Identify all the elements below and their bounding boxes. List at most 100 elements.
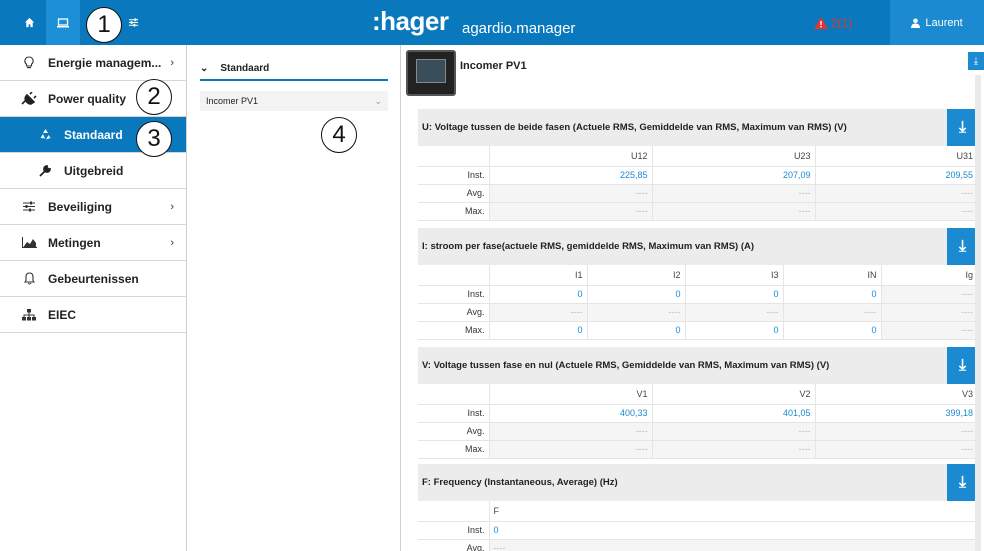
panel-title: U: Voltage tussen de beide fasen (Actuel… (418, 109, 978, 146)
monitoring-button[interactable] (46, 0, 80, 45)
row-label: Max. (418, 440, 490, 459)
table-cell: ---- (881, 285, 978, 304)
panel-title: V: Voltage tussen fase en nul (Actuele R… (418, 347, 978, 384)
table-cell: 0 (587, 321, 686, 340)
hager-logo: :hager (372, 6, 449, 36)
table-cell: 0 (783, 321, 882, 340)
panel-title: F: Frequency (Instantaneous, Average) (H… (418, 464, 978, 501)
alert-indicator[interactable]: 2(1) (814, 16, 852, 30)
sidebar-item-label: Metingen (48, 235, 101, 250)
alert-count: 2(1) (831, 16, 853, 30)
table-row: Max. ---- ---- ---- (418, 202, 978, 221)
app-name: agardio.manager (462, 20, 576, 37)
table-header-row: I1 I2 I3 IN Ig (418, 265, 978, 286)
table-cell: ---- (783, 303, 882, 322)
table-row: Max. ---- ---- ---- (418, 440, 978, 459)
measurement-table: I1 I2 I3 IN Ig Inst. 0 0 0 0 ---- Avg. -… (418, 265, 978, 340)
device-select-value: Incomer PV1 (206, 96, 259, 106)
wrench-icon (36, 164, 54, 177)
table-cell: ---- (881, 303, 978, 322)
table-cell: ---- (489, 422, 653, 441)
home-button[interactable] (12, 0, 46, 45)
sidebar-item-label: Uitgebreid (64, 163, 124, 178)
panel-current-per-phase: I: stroom per fase(actuele RMS, gemiddel… (418, 228, 978, 340)
row-label: Avg. (418, 539, 490, 551)
sidebar-item-label: Gebeurtenissen (48, 271, 139, 286)
table-cell: 0 (587, 285, 686, 304)
device-image (406, 50, 456, 96)
monitor-icon (57, 17, 69, 27)
row-label: Avg. (418, 184, 490, 203)
measurement-table: V1 V2 V3 Inst. 400,33 401,05 399,18 Avg.… (418, 384, 978, 459)
download-button[interactable]: ⤓ (947, 109, 978, 146)
download-icon: ⤓ (958, 237, 967, 255)
download-button[interactable]: ⤓ (947, 228, 978, 265)
table-cell: ---- (652, 202, 816, 221)
table-cell: 401,05 (652, 404, 816, 423)
user-menu[interactable]: Laurent (890, 0, 984, 45)
table-cell: 225,85 (489, 166, 653, 185)
download-button[interactable]: ⤓ (947, 347, 978, 384)
table-row: Avg. ---- ---- ---- (418, 184, 978, 203)
sidebar-item-eiec[interactable]: EIEC (0, 297, 186, 333)
sidebar-item-label: Beveiliging (48, 199, 113, 214)
table-cell: ---- (489, 303, 588, 322)
main-content: Incomer PV1 ⤓ U: Voltage tussen de beide… (403, 45, 984, 551)
tree-group-header[interactable]: ⌄ Standaard (200, 57, 388, 81)
sidebar-item-gebeurtenissen[interactable]: Gebeurtenissen (0, 261, 186, 297)
column-header: F (489, 501, 978, 522)
column-header: IN (783, 265, 882, 286)
device-select[interactable]: Incomer PV1 ⌄ (200, 91, 388, 111)
table-cell: 207,09 (652, 166, 816, 185)
table-row: Inst. 0 0 0 0 ---- (418, 285, 978, 304)
table-cell: ---- (489, 440, 653, 459)
chevron-right-icon: › (170, 56, 174, 69)
table-cell: 209,55 (815, 166, 978, 185)
table-row: Inst. 0 (418, 521, 978, 540)
callout-1: 1 (86, 7, 122, 43)
table-cell: 0 (489, 521, 978, 540)
download-button[interactable]: ⤓ (947, 464, 978, 501)
row-label: Inst. (418, 285, 490, 304)
plug-icon (20, 92, 38, 105)
callout-2: 2 (136, 79, 172, 115)
table-cell: 0 (489, 285, 588, 304)
row-label: Max. (418, 202, 490, 221)
warning-icon (814, 17, 828, 29)
user-icon (911, 18, 921, 28)
column-header: V1 (489, 384, 653, 405)
callout-3: 3 (136, 121, 172, 157)
download-icon: ⤓ (958, 356, 967, 374)
column-header: U12 (489, 146, 653, 167)
column-header: U23 (652, 146, 816, 167)
tree-group-label: Standaard (220, 62, 270, 74)
sidebar-item-energie-management[interactable]: Energie managem... › (0, 45, 186, 81)
table-cell: ---- (815, 422, 978, 441)
row-label: Inst. (418, 521, 490, 540)
sidebar-item-metingen[interactable]: Metingen › (0, 225, 186, 261)
table-cell: ---- (815, 440, 978, 459)
panel-title-text: F: Frequency (Instantaneous, Average) (H… (422, 477, 618, 488)
table-cell: ---- (815, 184, 978, 203)
row-label: Inst. (418, 404, 490, 423)
panel-voltage-phase-phase: U: Voltage tussen de beide fasen (Actuel… (418, 109, 978, 221)
column-header: I1 (489, 265, 588, 286)
panel-title-text: U: Voltage tussen de beide fasen (Actuel… (422, 122, 847, 133)
table-cell: ---- (489, 202, 653, 221)
table-cell: ---- (652, 422, 816, 441)
sidebar-item-beveiliging[interactable]: Beveiliging › (0, 189, 186, 225)
sliders-icon (20, 201, 38, 212)
scrollbar[interactable] (975, 75, 981, 551)
sidebar-item-uitgebreid[interactable]: Uitgebreid (0, 153, 186, 189)
panel-title-text: I: stroom per fase(actuele RMS, gemiddel… (422, 241, 755, 252)
download-icon: ⤓ (958, 118, 967, 136)
export-button[interactable]: ⤓ (968, 52, 984, 70)
panel-frequency: F: Frequency (Instantaneous, Average) (H… (418, 464, 978, 551)
table-cell: ---- (881, 321, 978, 340)
table-cell: ---- (685, 303, 784, 322)
chevron-down-icon: ⌄ (200, 62, 209, 74)
chevron-right-icon: › (170, 200, 174, 213)
table-cell: 0 (783, 285, 882, 304)
panel-title-text: V: Voltage tussen fase en nul (Actuele R… (422, 360, 830, 371)
table-cell: 0 (685, 321, 784, 340)
